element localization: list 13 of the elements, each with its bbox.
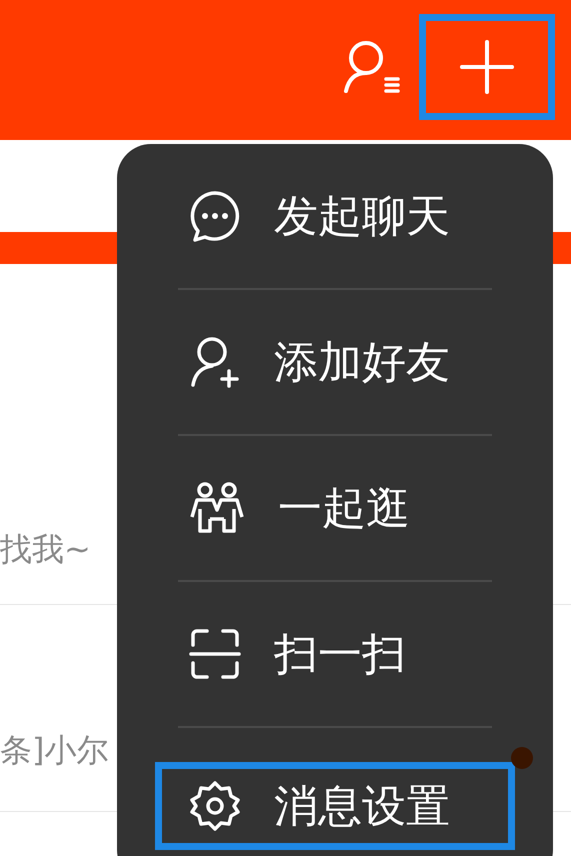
menu-item[interactable]: 添加好友 xyxy=(155,290,515,434)
plus-icon xyxy=(460,40,514,94)
menu-item[interactable]: 扫一扫 xyxy=(155,582,515,726)
menu-item[interactable]: 发起聊天 xyxy=(155,144,515,288)
add-button[interactable] xyxy=(419,14,555,120)
message-preview: 条]小尔 xyxy=(0,730,108,771)
scan-icon xyxy=(188,627,242,681)
menu-item[interactable]: 一起逛 xyxy=(155,436,515,580)
message-preview: 找我~ xyxy=(0,529,91,570)
chat-bubble-icon xyxy=(188,189,242,243)
two-people-icon xyxy=(188,481,246,535)
settings-icon xyxy=(188,779,242,833)
menu-item[interactable]: 消息设置 xyxy=(155,762,515,850)
